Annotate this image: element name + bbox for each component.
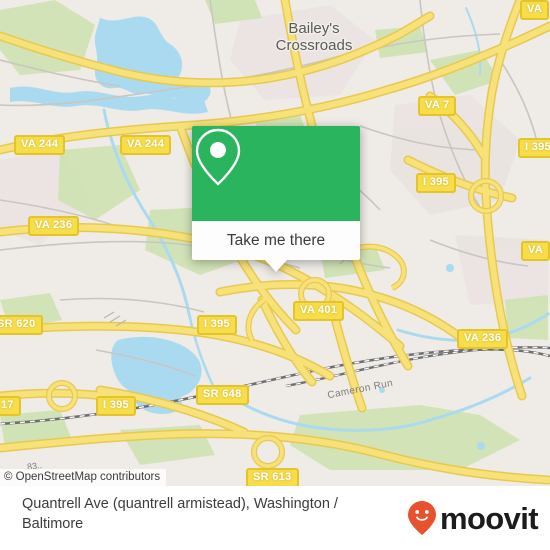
location-title: Quantrell Ave (quantrell armistead), Was… [22, 496, 338, 532]
map-attribution[interactable]: © OpenStreetMap contributors [0, 469, 167, 486]
road-shield-va-7[interactable]: VA 7 [418, 96, 457, 116]
place-label-line1: Bailey's [288, 20, 340, 37]
take-me-there-button[interactable]: Take me there [192, 221, 360, 260]
place-label-line2: Crossroads [275, 37, 353, 54]
location-popup-card[interactable]: Take me there [192, 126, 360, 272]
road-shield-sr-620[interactable]: SR 620 [0, 315, 43, 335]
road-shield-va-right-edge[interactable]: VA [521, 241, 550, 261]
popup-pointer [265, 260, 287, 272]
road-shield-i-395-center[interactable]: I 395 [197, 315, 237, 335]
moovit-logo[interactable]: moovit [407, 500, 539, 536]
popup-image-area [192, 126, 360, 221]
map-screenshot: Bailey's Crossroads Cameron Run 83.. VA … [0, 0, 550, 550]
moovit-pin-smile-icon [407, 501, 436, 535]
road-shield-va-244-west[interactable]: VA 244 [14, 135, 66, 155]
road-shield-va-244-east[interactable]: VA 244 [120, 135, 172, 155]
road-shield-va-top-edge[interactable]: VA [520, 0, 550, 20]
road-shield-sr-617[interactable]: 17 [0, 396, 21, 416]
footer-bar: Quantrell Ave (quantrell armistead), Was… [0, 486, 550, 550]
road-shield-va-236-east[interactable]: VA 236 [457, 329, 509, 349]
moovit-wordmark: moovit [439, 500, 539, 536]
map-canvas[interactable]: Bailey's Crossroads Cameron Run 83.. VA … [0, 0, 550, 486]
road-shield-va-236-west[interactable]: VA 236 [28, 216, 80, 236]
road-shield-i-395-east-edge[interactable]: I 395 [518, 138, 550, 158]
road-shield-sr-648[interactable]: SR 648 [196, 385, 249, 405]
road-shield-sr-613[interactable]: SR 613 [246, 468, 299, 486]
take-me-there-label: Take me there [226, 231, 326, 249]
place-label-baileys-crossroads: Bailey's Crossroads [249, 20, 379, 54]
road-shield-va-401[interactable]: VA 401 [293, 301, 345, 321]
road-shield-i-395-southwest[interactable]: I 395 [96, 396, 136, 416]
map-pin-icon [195, 128, 241, 186]
road-shield-i-395-northeast[interactable]: I 395 [416, 173, 456, 193]
